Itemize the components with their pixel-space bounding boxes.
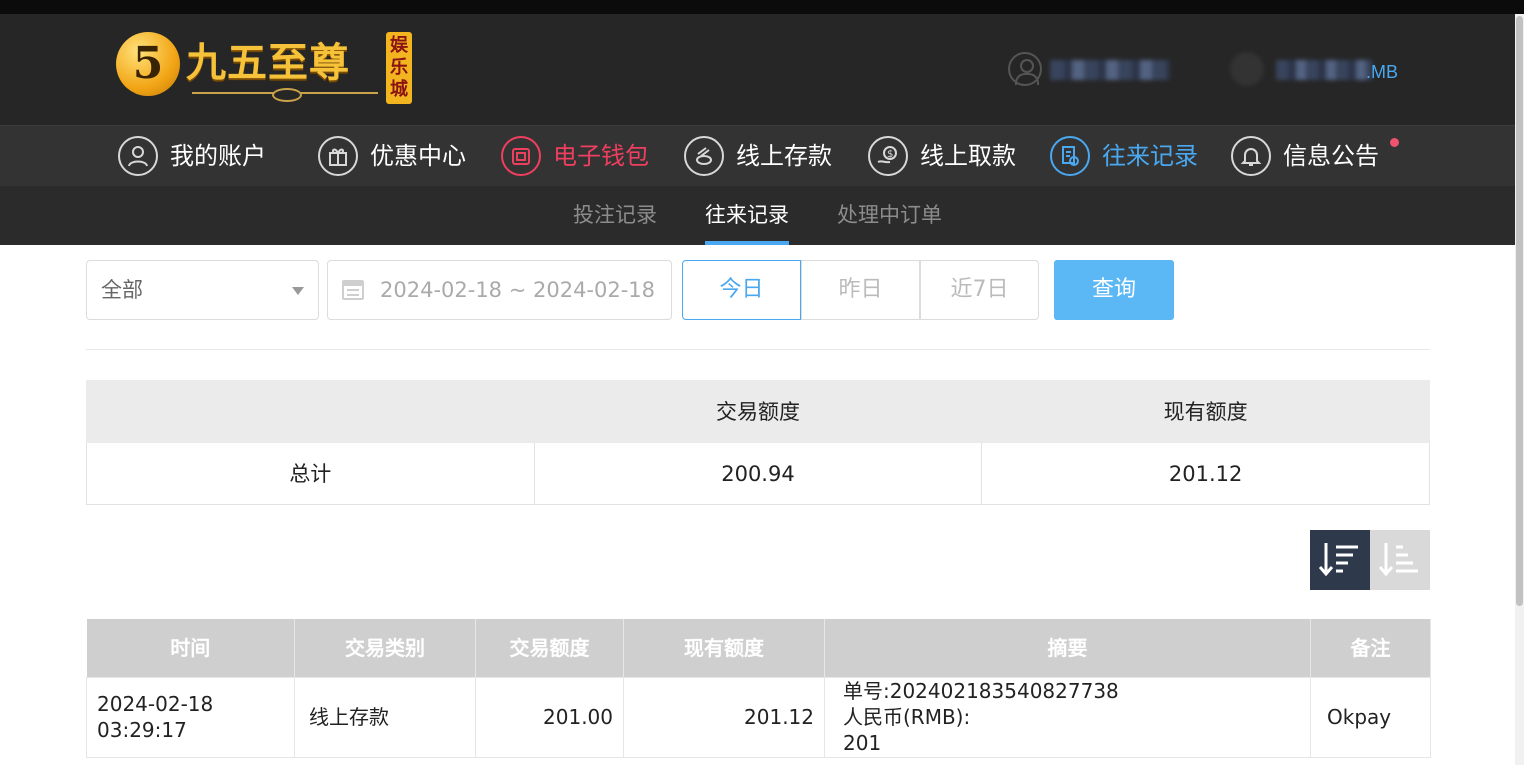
sort-descending-button[interactable] [1310,530,1370,590]
nav-item-my-account[interactable]: 我的账户 [118,136,266,176]
nav-label: 线上取款 [920,142,1016,170]
summary-currency: 人民币(RMB): [843,705,971,729]
account-suffix: .MB [1366,62,1399,82]
user-avatar-icon[interactable] [1008,52,1042,86]
sub-nav: 投注记录 往来记录 处理中订单 [0,186,1524,245]
records-icon [1050,136,1090,176]
site-header: 5 九五至尊 娱乐城 .MB [0,14,1524,125]
nav-item-online-withdraw[interactable]: $ 线上取款 [868,136,1016,176]
user-icon [118,136,158,176]
withdraw-icon: $ [868,136,908,176]
summary-header-cell: 交易额度 [533,380,983,443]
nav-item-promotions[interactable]: 优惠中心 [318,136,466,176]
tab-pending-orders[interactable]: 处理中订单 [837,186,942,245]
summary-header-row: 交易额度 现有额度 [86,380,1430,443]
column-header: 交易额度 [475,619,624,677]
top-strip [0,0,1524,14]
username-redacted [1050,60,1170,80]
date-range-value: 2024-02-18 ~ 2024-02-18 [380,278,656,302]
nav-label: 优惠中心 [370,142,466,170]
query-button[interactable]: 查询 [1054,260,1174,320]
summary-table: 交易额度 现有额度 总计 200.94 201.12 [86,380,1430,505]
bell-icon [1231,136,1271,176]
brand-name: 九五至尊 [186,39,350,86]
brand-subtitle: 娱乐城 [386,32,412,104]
table-row: 2024-02-18 03:29:17 线上存款 201.00 201.12 单… [86,676,1431,758]
summary-order-number: 单号:20240218354082773­8 [843,679,1119,703]
main-nav: 我的账户 优惠中心 电子钱包 线上存款 $ 线上取款 往来记录 信息公告 [0,125,1524,186]
record-amount: 201.00 [475,676,624,758]
today-button[interactable]: 今日 [682,260,801,320]
nav-item-transaction-records[interactable]: 往来记录 [1050,136,1198,176]
tab-bet-records[interactable]: 投注记录 [573,186,657,245]
wallet-icon [501,136,541,176]
deposit-icon [684,136,724,176]
scrollbar-thumb[interactable] [1516,16,1523,606]
category-select[interactable]: 全部 [86,260,319,320]
notification-dot [1390,138,1399,147]
column-header: 摘要 [824,619,1311,677]
brand-logo[interactable]: 5 九五至尊 娱乐城 [114,30,414,108]
sort-descending-icon [1318,543,1358,577]
column-header: 现有额度 [623,619,825,677]
nav-label: 我的账户 [170,142,266,170]
nav-item-announcements[interactable]: 信息公告 [1231,136,1379,176]
logo-ornament [192,88,378,102]
nav-label: 往来记录 [1102,142,1198,170]
date-range-input[interactable]: 2024-02-18 ~ 2024-02-18 [327,260,672,320]
category-value: 全部 [101,278,143,302]
record-balance: 201.12 [623,676,825,758]
logo-emblem: 5 [116,32,180,96]
summary-header-cell: 现有额度 [981,380,1430,443]
column-header: 备注 [1310,619,1431,677]
nav-label: 电子钱包 [553,142,649,170]
summary-total-row: 总计 200.94 201.12 [86,442,1430,505]
divider [86,349,1430,350]
svg-text:$: $ [887,149,893,160]
record-note: Okpay [1310,676,1431,758]
user-area: .MB [1008,52,1408,92]
sort-ascending-icon [1378,543,1418,577]
total-balance: 201.12 [981,442,1430,505]
tab-transaction-records[interactable]: 往来记录 [705,186,789,245]
summary-amount: 201 [843,731,882,755]
summary-header-cell [86,380,535,443]
nav-item-online-deposit[interactable]: 线上存款 [684,136,832,176]
last-7-days-button[interactable]: 近7日 [920,260,1039,320]
yesterday-button[interactable]: 昨日 [801,260,920,320]
gift-icon [318,136,358,176]
record-time: 2024-02-18 03:29:17 [86,676,295,758]
record-type: 线上存款 [294,676,476,758]
chevron-down-icon [292,287,304,295]
nav-label: 线上存款 [736,142,832,170]
total-label: 总计 [86,442,535,505]
nav-label: 信息公告 [1283,142,1379,170]
record-summary: 单号:20240218354082773­8 人民币(RMB): 201 [824,676,1311,758]
column-header: 交易类别 [294,619,476,677]
sort-ascending-button[interactable] [1370,530,1430,590]
records-header-row: 时间 交易类别 交易额度 现有额度 摘要 备注 [86,619,1431,677]
records-table: 时间 交易类别 交易额度 现有额度 摘要 备注 2024-02-18 03:29… [86,619,1431,758]
calendar-icon [342,280,364,300]
total-amount: 200.94 [533,442,983,505]
balance-icon [1230,52,1264,86]
balance-redacted [1276,60,1372,80]
column-header: 时间 [86,619,295,677]
nav-item-e-wallet[interactable]: 电子钱包 [501,136,649,176]
